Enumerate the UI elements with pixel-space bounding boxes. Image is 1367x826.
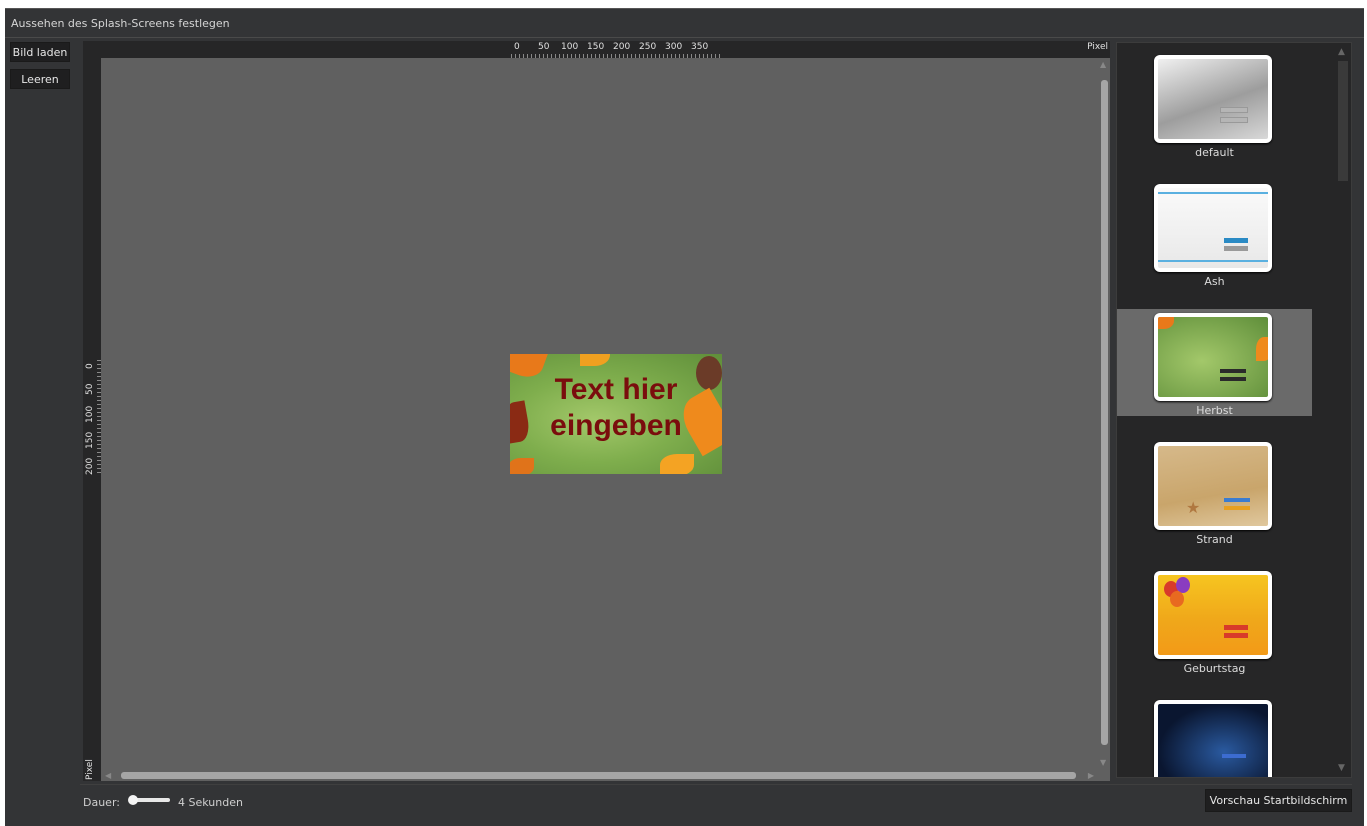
- duration-label: Dauer:: [83, 796, 120, 809]
- slider-knob[interactable]: [128, 795, 138, 805]
- ruler-unit: Pixel: [85, 759, 95, 780]
- dark-preview-image: [1158, 704, 1268, 777]
- template-item-strand[interactable]: ★ Strand: [1117, 438, 1312, 546]
- vertical-scroll-thumb[interactable]: [1101, 80, 1108, 745]
- leaf-decoration: [580, 354, 610, 366]
- template-item-default[interactable]: default: [1117, 51, 1312, 159]
- template-label: Strand: [1196, 533, 1233, 546]
- horizontal-ruler: 0 50 100 150 200 250 300 350 Pixel: [101, 41, 1110, 58]
- load-image-button[interactable]: Bild laden: [10, 42, 70, 62]
- ruler-label: 350: [691, 42, 709, 52]
- scroll-down-arrow-icon[interactable]: ▼: [1100, 758, 1106, 767]
- ruler-label: 200: [85, 457, 95, 475]
- duration-value: 4 Sekunden: [178, 796, 243, 809]
- ruler-label: 150: [85, 431, 95, 449]
- scroll-up-arrow-icon[interactable]: ▲: [1100, 60, 1106, 69]
- ruler-label: 250: [639, 42, 657, 52]
- template-thumbnail: [1154, 700, 1272, 777]
- ruler-label: 150: [587, 42, 605, 52]
- template-thumbnail: ★: [1154, 442, 1272, 530]
- ruler-label: 0: [85, 363, 95, 369]
- horizontal-scrollbar[interactable]: ◀ ▶: [101, 769, 1098, 781]
- title-bar: Aussehen des Splash-Screens festlegen: [5, 9, 1364, 38]
- ash-preview-image: [1158, 188, 1268, 268]
- template-thumbnail: [1154, 313, 1272, 401]
- duration-slider[interactable]: [128, 793, 170, 807]
- ruler-label: 100: [561, 42, 579, 52]
- splash-text: Text hier eingeben: [550, 373, 682, 442]
- preview-startscreen-button[interactable]: Vorschau Startbildschirm: [1205, 789, 1352, 812]
- clear-button[interactable]: Leeren: [10, 69, 70, 89]
- scroll-corner: [1098, 769, 1110, 781]
- scroll-up-arrow-icon[interactable]: ▲: [1338, 47, 1345, 57]
- strand-preview-image: ★: [1158, 446, 1268, 526]
- image-editor: 0 50 100 150 200 250 300 350 Pixel 0 50 …: [83, 41, 1110, 781]
- template-label: Ash: [1204, 275, 1225, 288]
- template-item-ash[interactable]: Ash: [1117, 180, 1312, 288]
- gallery-scrollbar[interactable]: ▲ ▼: [1333, 43, 1351, 777]
- divider: [80, 784, 1352, 785]
- ruler-label: 200: [613, 42, 631, 52]
- scroll-down-arrow-icon[interactable]: ▼: [1338, 763, 1345, 773]
- editor-canvas[interactable]: Text hier eingeben ▲ ▼ ◀ ▶: [101, 58, 1110, 781]
- geburtstag-preview-image: [1158, 575, 1268, 655]
- template-gallery: default Ash Herbst ★ Strand Geburtstag ▲…: [1116, 42, 1352, 778]
- template-label: default: [1195, 146, 1234, 159]
- vertical-scrollbar[interactable]: ▲ ▼: [1098, 58, 1110, 769]
- template-item-herbst[interactable]: Herbst: [1117, 309, 1312, 417]
- vertical-ruler: 0 50 100 150 200 Pixel: [83, 58, 101, 781]
- scroll-left-arrow-icon[interactable]: ◀: [105, 771, 111, 780]
- template-thumbnail: [1154, 55, 1272, 143]
- leaf-decoration: [660, 454, 694, 474]
- template-label: Herbst: [1196, 404, 1233, 417]
- ruler-unit: Pixel: [1087, 42, 1108, 52]
- template-thumbnail: [1154, 184, 1272, 272]
- window-title: Aussehen des Splash-Screens festlegen: [11, 17, 230, 30]
- ruler-label: 0: [514, 42, 520, 52]
- splash-image-preview[interactable]: Text hier eingeben: [510, 354, 722, 474]
- template-item-dark[interactable]: [1117, 696, 1312, 777]
- horizontal-scroll-thumb[interactable]: [121, 772, 1076, 779]
- template-thumbnail: [1154, 571, 1272, 659]
- scroll-right-arrow-icon[interactable]: ▶: [1088, 771, 1094, 780]
- ruler-label: 100: [85, 405, 95, 423]
- leaf-decoration: [510, 458, 534, 474]
- ruler-label: 300: [665, 42, 683, 52]
- template-label: Geburtstag: [1183, 662, 1246, 675]
- template-item-geburtstag[interactable]: Geburtstag: [1117, 567, 1312, 675]
- ruler-label: 50: [538, 42, 550, 52]
- gallery-scroll-thumb[interactable]: [1338, 61, 1348, 181]
- herbst-preview-image: [1158, 317, 1268, 397]
- default-preview-image: [1158, 59, 1268, 139]
- ruler-label: 50: [85, 383, 95, 395]
